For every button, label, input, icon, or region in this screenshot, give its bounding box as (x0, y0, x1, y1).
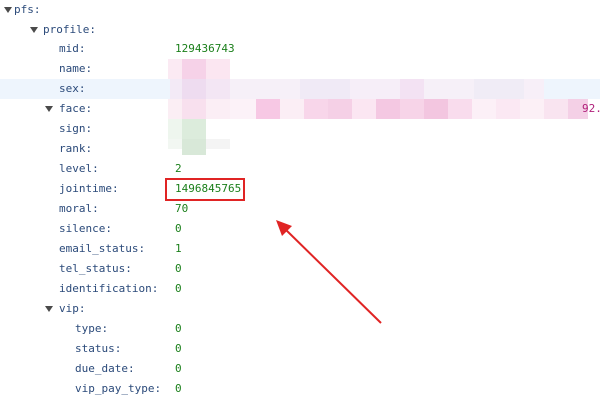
tree-row-vip-type[interactable]: type: 0 (0, 319, 600, 339)
tree-row-moral[interactable]: moral: 70 (0, 199, 600, 219)
tree-row-vip-status[interactable]: status: 0 (0, 339, 600, 359)
key-profile: profile: (43, 23, 96, 36)
tree-row-rank[interactable]: rank: (0, 139, 600, 159)
tree-row-vip[interactable]: vip: (0, 299, 600, 319)
key-name: name: (59, 62, 93, 75)
tree-row-vip-due-date[interactable]: due_date: 0 (0, 359, 600, 379)
key-vip: vip: (59, 302, 86, 315)
tree-row-sign[interactable]: sign: (0, 119, 600, 139)
key-jointime: jointime: (59, 182, 119, 195)
face-value-tail: 92. (582, 102, 600, 115)
collapse-arrow-icon[interactable] (30, 27, 38, 33)
key-level: level: (59, 162, 99, 175)
key-sex: sex: (59, 82, 86, 95)
tree-row-face[interactable]: face: 92. (0, 99, 600, 119)
jointime-highlight-box (165, 178, 245, 201)
key-rank: rank: (59, 142, 93, 155)
tree-row-silence[interactable]: silence: 0 (0, 219, 600, 239)
value-type: 0 (175, 322, 182, 335)
key-mid: mid: (59, 42, 86, 55)
value-silence: 0 (175, 222, 182, 235)
key-vip-pay-type: vip_pay_type: (75, 382, 162, 395)
key-email-status: email_status: (59, 242, 146, 255)
key-due-date: due_date: (75, 362, 135, 375)
value-due-date: 0 (175, 362, 182, 375)
value-level: 2 (175, 162, 182, 175)
tree-row-level[interactable]: level: 2 (0, 159, 600, 179)
key-pfs: pfs: (14, 3, 41, 16)
tree-row-jointime[interactable]: jointime: 1496845765 (0, 179, 600, 199)
value-email-status: 1 (175, 242, 182, 255)
collapse-arrow-icon[interactable] (45, 106, 53, 112)
tree-row-tel-status[interactable]: tel_status: 0 (0, 259, 600, 279)
value-vip-pay-type: 0 (175, 382, 182, 395)
key-tel-status: tel_status: (59, 262, 132, 275)
collapse-arrow-icon[interactable] (45, 306, 53, 312)
value-tel-status: 0 (175, 262, 182, 275)
value-mid: 129436743 (175, 42, 235, 55)
value-identification: 0 (175, 282, 182, 295)
tree-row-sex[interactable]: sex: (0, 79, 600, 99)
key-status: status: (75, 342, 122, 355)
key-sign: sign: (59, 122, 93, 135)
collapse-arrow-icon[interactable] (4, 7, 12, 13)
tree-row-pfs[interactable]: pfs: (0, 0, 600, 20)
tree-row-email-status[interactable]: email_status: 1 (0, 239, 600, 259)
tree-row-name[interactable]: name: (0, 59, 600, 79)
key-silence: silence: (59, 222, 112, 235)
key-moral: moral: (59, 202, 99, 215)
tree-row-profile[interactable]: profile: (0, 20, 600, 40)
tree-row-identification[interactable]: identification: 0 (0, 279, 600, 299)
key-type: type: (75, 322, 109, 335)
value-status: 0 (175, 342, 182, 355)
key-face: face: (59, 102, 93, 115)
tree-row-vip-pay-type[interactable]: vip_pay_type: 0 (0, 379, 600, 399)
tree-row-mid[interactable]: mid: 129436743 (0, 39, 600, 59)
value-moral: 70 (175, 202, 189, 215)
key-identification: identification: (59, 282, 159, 295)
